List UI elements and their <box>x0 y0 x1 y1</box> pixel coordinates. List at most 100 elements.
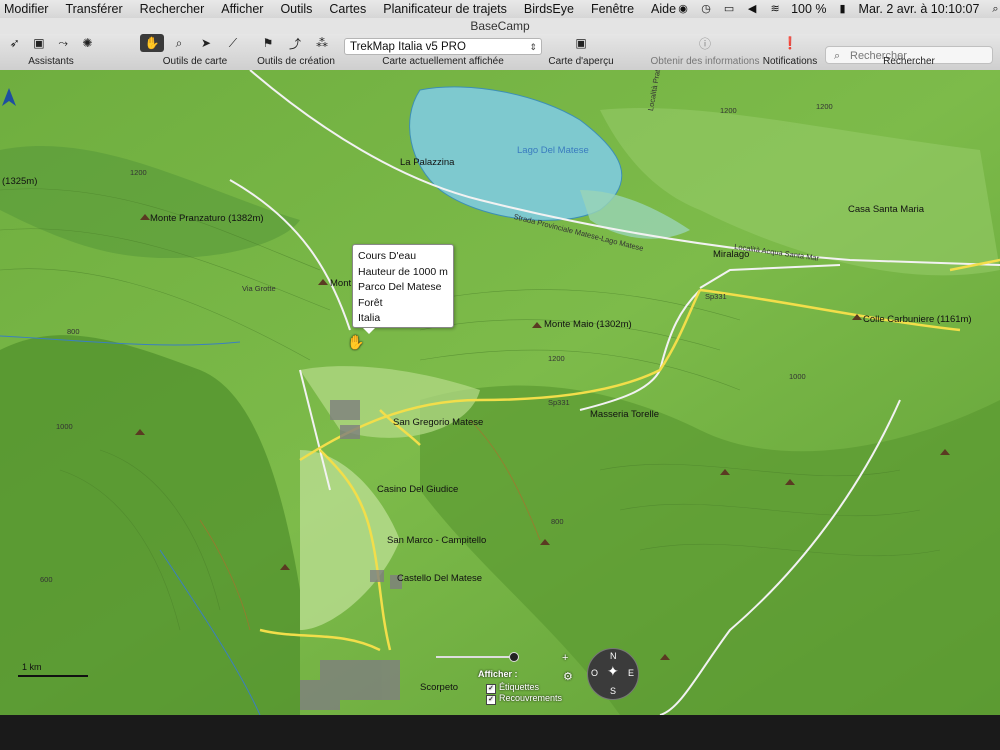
zoom-slider[interactable] <box>436 656 516 658</box>
device-icon[interactable]: ▣ <box>28 34 49 52</box>
info-group: ⓘ Obtenir des informations <box>650 34 760 70</box>
label-colle-carbuniere[interactable]: Colle Carbuniere (1161m) <box>863 314 972 325</box>
zoom-in-icon[interactable]: + <box>562 652 568 664</box>
airplay-icon[interactable]: ▭ <box>722 3 736 15</box>
search-group: Rechercher <box>825 34 993 70</box>
overlays-checkbox[interactable]: ✓ <box>486 695 496 705</box>
menu-outils[interactable]: Outils <box>280 2 312 16</box>
info-icon[interactable]: ⓘ <box>693 34 717 52</box>
label-pranzaturo[interactable]: Monte Pranzaturo (1382m) <box>150 213 264 224</box>
label-castello[interactable]: Castello Del Matese <box>397 573 482 584</box>
overview-map-icon[interactable]: ▣ <box>569 34 593 52</box>
compass-s: S <box>610 686 617 696</box>
label-casa-santa-maria[interactable]: Casa Santa Maria <box>848 204 924 215</box>
battery-icon[interactable]: ▮ <box>836 3 850 15</box>
menu-cartes[interactable]: Cartes <box>329 2 366 16</box>
window-title: BaseCamp <box>0 18 1000 34</box>
compass-n: N <box>610 651 617 661</box>
battery-percent: 100 % <box>791 2 827 16</box>
contour-label-800-a: 800 <box>551 517 564 526</box>
menu-bar: Modifier Transférer Rechercher Afficher … <box>0 0 1000 18</box>
label-sp331-b: Sp331 <box>548 398 570 407</box>
flag-icon[interactable]: ⚑ <box>256 34 280 52</box>
menu-fenetre[interactable]: Fenêtre <box>591 2 634 16</box>
assistants-group: ➶ ▣ ⤳ ✺ Assistants <box>4 34 98 70</box>
compass-o: O <box>591 668 599 678</box>
contour-label-1000-b: 1000 <box>789 372 806 381</box>
measure-icon[interactable]: ⟋ <box>221 34 245 52</box>
menu-modifier[interactable]: Modifier <box>4 2 48 16</box>
contour-label-1200-d: 1200 <box>548 354 565 363</box>
overlay-overlays-text: Recouvrements <box>499 693 563 703</box>
status-area: ◉ ◷ ▭ ◀ ≋ 100 % ▮ Mar. 2 avr. à 10:10:07… <box>676 2 1000 16</box>
menu-afficher[interactable]: Afficher <box>221 2 263 16</box>
overlay-overlays-toggle[interactable]: ✓ Recouvrements <box>486 693 562 705</box>
clock[interactable]: Mar. 2 avr. à 10:10:07 <box>859 2 980 16</box>
label-sp331-a: Sp331 <box>705 292 727 301</box>
label-monte-maio[interactable]: Monte Maio (1302m) <box>544 319 632 330</box>
contour-label-1200-b: 1200 <box>816 102 833 111</box>
label-monte-partial[interactable]: Mont <box>330 278 351 289</box>
map-info-popup: Cours D'eau Hauteur de 1000 m Parco Del … <box>352 244 454 334</box>
menu-birdseye[interactable]: BirdsEye <box>524 2 574 16</box>
zoom-icon[interactable]: ⌕ <box>167 34 191 52</box>
notifications-group: ❗ Notifications <box>760 34 820 70</box>
overview-group: ▣ Carte d'aperçu <box>548 34 614 70</box>
contour-label-1200-c: 1200 <box>130 168 147 177</box>
current-map-group: Carte actuellement affichée <box>344 34 542 70</box>
compass[interactable]: N S E O ✦ <box>587 648 639 700</box>
label-casino-giudice[interactable]: Casino Del Giudice <box>377 484 458 495</box>
contour-label-600: 600 <box>40 575 53 584</box>
compass-needle-icon: ✦ <box>607 663 619 679</box>
overlay-labels-text: Étiquettes <box>499 682 540 692</box>
map-terrain <box>0 70 1000 715</box>
menu-planificateur[interactable]: Planificateur de trajets <box>383 2 507 16</box>
assistants-label: Assistants <box>28 56 74 67</box>
popup-line-waterway: Cours D'eau <box>358 250 417 262</box>
history-icon[interactable]: ◷ <box>699 3 713 15</box>
map-settings-gear-icon[interactable]: ⚙ <box>563 670 573 683</box>
zoom-slider-handle[interactable] <box>509 652 519 662</box>
overlay-afficher-label: Afficher : <box>478 669 518 679</box>
scale-label: 1 km <box>22 662 42 672</box>
compass-e: E <box>628 668 635 678</box>
route-icon[interactable]: ⤴ <box>283 34 307 52</box>
label-scorpeto[interactable]: Scorpeto <box>420 682 458 693</box>
label-left-peak[interactable]: (1325m) <box>2 176 37 187</box>
footprints-icon[interactable]: ⁂ <box>310 34 334 52</box>
contour-label-1000-a: 1000 <box>56 422 73 431</box>
hand-cursor-icon: ✋ <box>347 334 365 350</box>
app-status-icon[interactable]: ◉ <box>676 3 690 15</box>
map-scale: 1 km <box>18 662 88 677</box>
spotlight-icon[interactable]: ⌕ <box>988 3 1000 15</box>
menu-aide[interactable]: Aide <box>651 2 676 16</box>
aperture-icon[interactable]: ✺ <box>77 34 98 52</box>
notification-bubble-icon[interactable]: ❗ <box>778 34 802 52</box>
notifications-label: Notifications <box>762 56 818 67</box>
scale-bar <box>18 675 88 677</box>
label-lake[interactable]: Lago Del Matese <box>517 145 589 156</box>
popup-line-forest: Forêt <box>358 296 383 309</box>
current-map-label: Carte actuellement affichée <box>382 56 504 67</box>
popup-line-elevation: Hauteur de 1000 m <box>358 265 448 278</box>
menu-rechercher[interactable]: Rechercher <box>140 2 205 16</box>
contour-label-1200-a: 1200 <box>720 106 737 115</box>
menu-items: Modifier Transférer Rechercher Afficher … <box>0 2 676 16</box>
menu-transferer[interactable]: Transférer <box>65 2 122 16</box>
label-palazzina[interactable]: La Palazzina <box>400 157 454 168</box>
wifi-icon[interactable]: ≋ <box>768 3 782 15</box>
volume-icon[interactable]: ◀ <box>745 3 759 15</box>
map-view[interactable]: Lago Del Matese La Palazzina Monte Pranz… <box>0 70 1000 715</box>
label-san-gregorio[interactable]: San Gregorio Matese <box>393 417 483 428</box>
bottom-bezel <box>0 715 1000 750</box>
create-tools-label: Outils de création <box>257 56 335 67</box>
rocket-icon[interactable]: ➶ <box>4 34 25 52</box>
hand-icon[interactable]: ✋ <box>140 34 164 52</box>
map-tools-group: ✋ ⌕ ➤ ⟋ Outils de carte <box>140 34 250 70</box>
route-wizard-icon[interactable]: ⤳ <box>53 34 74 52</box>
label-masseria-torelle[interactable]: Masseria Torelle <box>590 409 659 420</box>
label-san-marco[interactable]: San Marco - Campitello <box>387 535 486 546</box>
label-via-grotte: Via Grotte <box>242 284 276 293</box>
create-tools-group: ⚑ ⤴ ⁂ Outils de création <box>256 34 336 70</box>
pointer-icon[interactable]: ➤ <box>194 34 218 52</box>
